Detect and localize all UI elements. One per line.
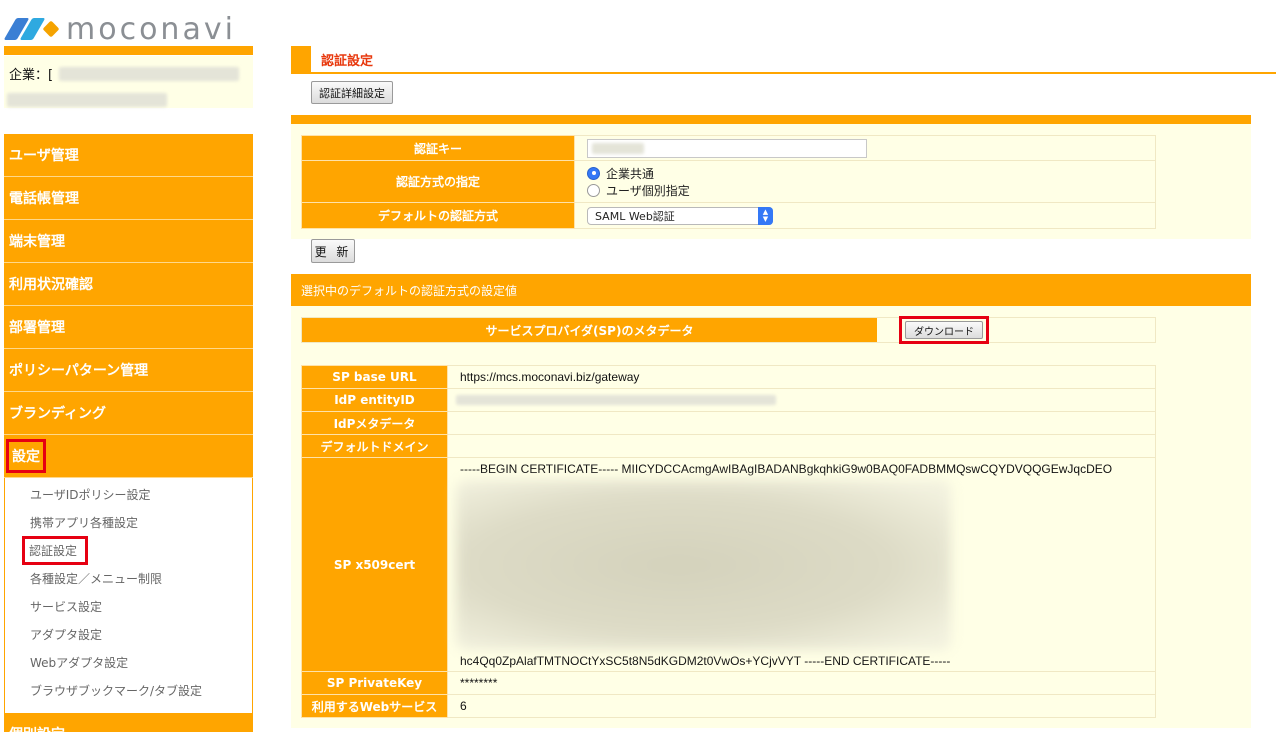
sidebar-item-label: ブランディング (9, 406, 107, 422)
auth-key-input[interactable] (587, 138, 867, 158)
submenu-adapter-settings[interactable]: アダプタ設定 (5, 620, 252, 648)
sidebar-item-label: ユーザ管理 (9, 148, 79, 164)
submenu-auth-settings[interactable]: 認証設定 (5, 535, 252, 565)
sidebar-item-devices[interactable]: 端末管理 (4, 220, 253, 263)
sidebar-item-label: 設定 (6, 439, 46, 473)
sidebar-item-phonebook[interactable]: 電話帳管理 (4, 177, 253, 220)
auth-settings-panel: 認証キー 認証方式の指定 企業共通 ユーザ個別指定 デフォルトの認証方式 SAM… (291, 115, 1251, 263)
logo-text: moconavi (66, 11, 236, 47)
submenu-label: 各種設定／メニュー制限 (30, 571, 163, 586)
logo-divider (4, 46, 253, 55)
select-value: SAML Web認証 (595, 209, 675, 223)
sidebar-item-label: ポリシーパターン管理 (9, 363, 149, 379)
submenu-label: ユーザIDポリシー設定 (30, 487, 151, 502)
web-service-value: 6 (447, 694, 1156, 718)
sidebar-item-user-management[interactable]: ユーザ管理 (4, 134, 253, 177)
auth-method-label: 認証方式の指定 (301, 160, 575, 203)
sp-base-url-value: https://mcs.moconavi.biz/gateway (447, 365, 1156, 389)
sp-metadata-row: サービスプロバイダ(SP)のメタデータ ダウンロード (301, 316, 1156, 344)
submenu-userid-policy[interactable]: ユーザIDポリシー設定 (5, 480, 252, 508)
default-auth-method-cell: SAML Web認証 ▲ ▼ (574, 202, 1156, 229)
company-panel: 企業：[ (4, 56, 253, 108)
submenu-label: ブラウザブックマーク/タブ設定 (30, 683, 203, 698)
sidebar-item-label: 利用状況確認 (9, 277, 93, 293)
radio-option-company-common[interactable]: 企業共通 (587, 165, 1155, 182)
sidebar-nav: ユーザ管理 電話帳管理 端末管理 利用状況確認 部署管理 ポリシーパターン管理 … (4, 134, 253, 732)
sidebar-item-label: 端末管理 (9, 234, 65, 250)
sp-settings-table: SP base URL https://mcs.moconavi.biz/gat… (301, 365, 1156, 718)
sp-base-url-label: SP base URL (301, 365, 448, 389)
download-button[interactable]: ダウンロード (905, 321, 983, 339)
sidebar-item-label: 部署管理 (9, 320, 65, 336)
sp-x509cert-label: SP x509cert (301, 457, 448, 672)
sp-private-key-value: ******** (447, 671, 1156, 695)
moconavi-logo: moconavi (3, 11, 236, 47)
auth-method-cell: 企業共通 ユーザ個別指定 (574, 160, 1156, 203)
idp-metadata-value (447, 411, 1156, 435)
web-service-label: 利用するWebサービス (301, 694, 448, 718)
cert-first-line: -----BEGIN CERTIFICATE----- MIICYDCCAcmg… (460, 462, 1113, 476)
auth-key-value-redacted (592, 142, 644, 154)
submenu-service-settings[interactable]: サービス設定 (5, 592, 252, 620)
sidebar-item-policy-patterns[interactable]: ポリシーパターン管理 (4, 349, 253, 392)
sp-settings-panel: 選択中のデフォルトの認証方式の設定値 サービスプロバイダ(SP)のメタデータ ダ… (291, 274, 1251, 728)
settings-submenu: ユーザIDポリシー設定 携帯アプリ各種設定 認証設定 各種設定／メニュー制限 サ… (4, 478, 253, 714)
idp-entity-id-redacted (456, 395, 776, 405)
sidebar-item-branding[interactable]: ブランディング (4, 392, 253, 435)
sidebar-item-label: 個別設定 (9, 724, 65, 732)
page-header: 認証設定 (291, 46, 1276, 74)
company-name-redacted (59, 66, 240, 81)
submenu-label: アダプタ設定 (30, 627, 103, 642)
sidebar-item-label: 電話帳管理 (9, 191, 79, 207)
company-label: 企業：[ (9, 68, 54, 83)
company-id-redacted (7, 93, 167, 107)
auth-settings-form: 認証キー 認証方式の指定 企業共通 ユーザ個別指定 デフォルトの認証方式 SAM… (301, 135, 1156, 229)
idp-metadata-label: IdPメタデータ (301, 411, 448, 435)
logo-icon (3, 18, 60, 40)
submenu-web-adapter[interactable]: Webアダプタ設定 (5, 648, 252, 676)
idp-entity-id-label: IdP entityID (301, 388, 448, 412)
default-auth-method-select[interactable]: SAML Web認証 ▲ ▼ (587, 206, 773, 225)
submenu-label: Webアダプタ設定 (30, 655, 129, 670)
cert-last-line: hc4Qq0ZpAlafTMTNOCtYxSC5t8N5dKGDM2t0VwOs… (460, 654, 951, 668)
radio-button-checked[interactable] (587, 166, 600, 180)
sp-private-key-label: SP PrivateKey (301, 671, 448, 695)
default-domain-value (447, 434, 1156, 458)
submenu-browser-bookmarks[interactable]: ブラウザブックマーク/タブ設定 (5, 676, 252, 704)
default-domain-label: デフォルトドメイン (301, 434, 448, 458)
submenu-label: サービス設定 (30, 599, 103, 614)
sidebar-item-settings[interactable]: 設定 (4, 435, 253, 478)
download-highlight: ダウンロード (899, 316, 989, 344)
update-button[interactable]: 更 新 (311, 239, 355, 263)
submenu-mobile-app[interactable]: 携帯アプリ各種設定 (5, 508, 252, 536)
submenu-label: 携帯アプリ各種設定 (30, 515, 139, 530)
radio-option-per-user[interactable]: ユーザ個別指定 (587, 182, 1155, 199)
sidebar-item-departments[interactable]: 部署管理 (4, 306, 253, 349)
radio-button-unchecked[interactable] (587, 183, 600, 197)
default-auth-method-label: デフォルトの認証方式 (301, 202, 575, 229)
auth-key-label: 認証キー (301, 135, 575, 161)
sp-section-heading: 選択中のデフォルトの認証方式の設定値 (291, 274, 1251, 306)
submenu-menu-restrictions[interactable]: 各種設定／メニュー制限 (5, 564, 252, 592)
select-chevron-icon: ▲ ▼ (758, 206, 773, 225)
idp-entity-id-cell (447, 388, 1156, 412)
radio-label: 企業共通 (606, 166, 655, 181)
sp-x509cert-value: -----BEGIN CERTIFICATE----- MIICYDCCAcmg… (447, 457, 1156, 672)
page-title: 認証設定 (321, 54, 374, 69)
radio-label: ユーザ個別指定 (606, 183, 690, 198)
submenu-label: 認証設定 (22, 535, 89, 565)
sidebar-item-usage[interactable]: 利用状況確認 (4, 263, 253, 306)
header-accent-bar (291, 46, 311, 72)
auth-detail-settings-button[interactable]: 認証詳細設定 (311, 81, 393, 104)
auth-key-cell (574, 135, 1156, 161)
cert-body-redacted (456, 480, 951, 650)
sidebar-item-individual-settings[interactable]: 個別設定 (4, 714, 253, 732)
sp-metadata-label: サービスプロバイダ(SP)のメタデータ (302, 318, 877, 342)
